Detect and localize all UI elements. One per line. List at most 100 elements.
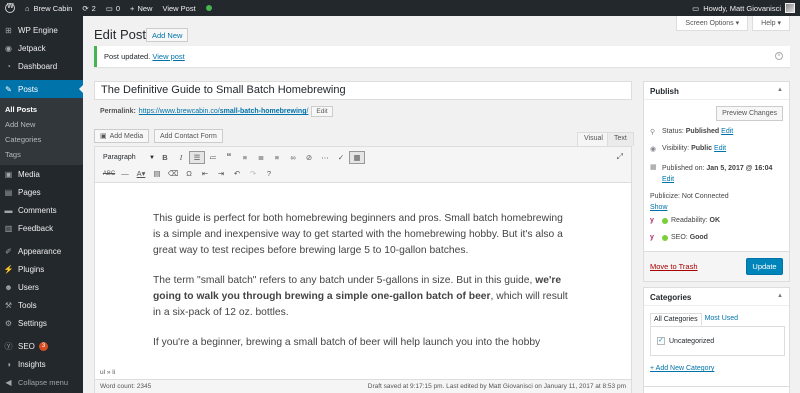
bold-icon[interactable]: B xyxy=(157,151,173,164)
update-button[interactable]: Update xyxy=(746,258,783,275)
publish-box-header[interactable]: Publish ▲ xyxy=(644,82,789,100)
appearance-icon: ✐ xyxy=(5,246,12,256)
calendar-icon: ▦ xyxy=(650,164,657,171)
tab-visual[interactable]: Visual xyxy=(577,132,610,146)
green-dot-icon xyxy=(205,5,212,11)
permalink-edit-button[interactable]: Edit xyxy=(311,106,333,117)
dismiss-icon[interactable]: × xyxy=(775,52,783,60)
sidebar-item-plugins[interactable]: ⚡ Plugins xyxy=(0,260,83,278)
eye-icon: ◉ xyxy=(650,146,657,153)
categories-box-header[interactable]: Categories ▲ xyxy=(644,288,789,306)
link-icon[interactable]: ∞ xyxy=(285,151,301,164)
collapse-arrow-icon[interactable]: ▲ xyxy=(777,87,783,93)
published-label: Published on: xyxy=(662,165,705,172)
permalink-label: Permalink: xyxy=(100,108,136,115)
read-more-icon[interactable]: ⋯ xyxy=(317,151,333,164)
submenu-tags[interactable]: Tags xyxy=(0,147,83,162)
sidebar-item-appearance[interactable]: ✐ Appearance xyxy=(0,242,83,260)
horizontal-line-icon[interactable]: — xyxy=(117,167,133,180)
help-button[interactable]: Help ▾ xyxy=(752,16,790,31)
collapse-arrow-icon[interactable]: ▲ xyxy=(777,293,783,299)
publicize-status: Publicize: Not Connected xyxy=(650,193,729,200)
pages-icon: ▤ xyxy=(4,187,13,197)
sidebar-item-pages[interactable]: ▤ Pages xyxy=(0,183,83,201)
add-contact-form-button[interactable]: Add Contact Form xyxy=(154,129,223,143)
align-right-icon[interactable]: ≡ xyxy=(269,151,285,164)
tab-most-used[interactable]: Most Used xyxy=(702,313,741,326)
blockquote-icon[interactable]: “ xyxy=(221,151,237,164)
toolbar-toggle-icon[interactable]: ▦ xyxy=(349,151,365,164)
permalink-url[interactable]: https://www.brewcabin.co/small-batch-hom… xyxy=(139,108,309,115)
sidebar-item-settings[interactable]: ⚙ Settings xyxy=(0,314,83,332)
element-path[interactable]: ul » li xyxy=(95,369,631,376)
sidebar-item-jetpack[interactable]: ◉ Jetpack xyxy=(0,39,83,57)
submenu-all-posts[interactable]: All Posts xyxy=(0,102,83,117)
sidebar-item-tools[interactable]: ⚒ Tools xyxy=(0,296,83,314)
users-icon: ☻ xyxy=(4,282,13,292)
submenu-add-new[interactable]: Add New xyxy=(0,117,83,132)
sidebar-item-label: Tools xyxy=(18,300,37,310)
sidebar-item-media[interactable]: ▣ Media xyxy=(0,165,83,183)
add-new-button[interactable]: Add New xyxy=(146,28,189,42)
help-icon[interactable]: ? xyxy=(261,167,277,180)
sidebar-item-dashboard[interactable]: ◔ Dashboard xyxy=(0,57,83,75)
sidebar-item-comments[interactable]: ▬ Comments xyxy=(0,201,83,219)
sidebar-item-seo[interactable]: ⓨ SEO 3 xyxy=(0,337,83,355)
tab-text[interactable]: Text xyxy=(607,132,634,146)
align-left-icon[interactable]: ≡ xyxy=(237,151,253,164)
spellcheck-icon[interactable]: ✓ xyxy=(333,151,349,164)
move-to-trash-link[interactable]: Move to Trash xyxy=(650,262,698,271)
format-select[interactable]: Paragraph ▼ xyxy=(101,151,157,164)
paste-text-icon[interactable]: ▤ xyxy=(149,167,165,180)
strikethrough-icon[interactable]: ABC xyxy=(101,167,117,180)
seo-score: y SEO: Good xyxy=(650,234,788,241)
status-edit-link[interactable]: Edit xyxy=(721,128,733,135)
add-new-category-link[interactable]: + Add New Category xyxy=(650,365,714,372)
site-name-link[interactable]: ⌂ Brew Cabin xyxy=(20,0,77,16)
sidebar-item-users[interactable]: ☻ Users xyxy=(0,278,83,296)
comments-link[interactable]: ▭ 0 xyxy=(101,0,125,16)
post-editor: Paragraph ▼ B I ☰ ≔ “ ≡ ≣ ≡ ∞ ⊘ ⋯ ✓ ▦ ABC… xyxy=(94,146,632,393)
tab-all-categories[interactable]: All Categories xyxy=(650,313,702,326)
preview-changes-button[interactable]: Preview Changes xyxy=(716,106,783,121)
category-checkbox[interactable]: ✓ xyxy=(657,337,665,345)
bullet-list-icon[interactable]: ☰ xyxy=(189,151,205,164)
post-status: ⚲ Status: Published Edit xyxy=(650,128,788,136)
redo-icon[interactable]: ↷ xyxy=(245,167,261,180)
view-post-link[interactable]: View Post xyxy=(157,0,200,16)
paragraph-text: The term "small batch" refers to any bat… xyxy=(153,275,536,286)
sidebar-item-collapse[interactable]: ◀ Collapse menu xyxy=(0,373,83,391)
sidebar-item-insights[interactable]: ◑ Insights xyxy=(0,355,83,373)
visibility-edit-link[interactable]: Edit xyxy=(714,145,726,152)
editor-content[interactable]: This guide is perfect for both homebrewi… xyxy=(95,183,631,363)
sidebar-item-label: Settings xyxy=(18,318,47,328)
numbered-list-icon[interactable]: ≔ xyxy=(205,151,221,164)
published-value: Jan 5, 2017 @ 16:04 xyxy=(706,165,773,172)
updates-link[interactable]: ⟳ 2 xyxy=(77,0,100,16)
view-post-link[interactable]: View post xyxy=(152,52,184,61)
dashboard-icon: ◔ xyxy=(6,61,11,71)
new-content-link[interactable]: + New xyxy=(125,0,157,16)
clear-formatting-icon[interactable]: ⌫ xyxy=(165,167,181,180)
submenu-categories[interactable]: Categories xyxy=(0,132,83,147)
screen-options-button[interactable]: Screen Options ▾ xyxy=(676,16,749,31)
fullscreen-icon[interactable]: ⤢ xyxy=(617,152,623,162)
publicize: Publicize: Not Connected Show xyxy=(650,191,788,213)
italic-icon[interactable]: I xyxy=(173,151,189,164)
align-center-icon[interactable]: ≣ xyxy=(253,151,269,164)
wordpress-logo[interactable] xyxy=(0,0,20,16)
undo-icon[interactable]: ↶ xyxy=(229,167,245,180)
add-media-button[interactable]: ▣ Add Media xyxy=(94,129,150,143)
indent-icon[interactable]: ⇥ xyxy=(213,167,229,180)
unlink-icon[interactable]: ⊘ xyxy=(301,151,317,164)
sidebar-item-wp-engine[interactable]: ⊞ WP Engine xyxy=(0,21,83,39)
sidebar-item-posts[interactable]: ✎ Posts xyxy=(0,80,83,98)
sidebar-item-feedback[interactable]: ▥ Feedback xyxy=(0,219,83,237)
account-menu[interactable]: ▭ Howdy, Matt Giovanisci xyxy=(687,0,800,16)
date-edit-link[interactable]: Edit xyxy=(662,176,674,183)
post-title-input[interactable]: The Definitive Guide to Small Batch Home… xyxy=(94,81,632,100)
outdent-icon[interactable]: ⇤ xyxy=(197,167,213,180)
publicize-show-link[interactable]: Show xyxy=(650,202,668,213)
text-color-icon[interactable]: A▾ xyxy=(133,167,149,180)
special-character-icon[interactable]: Ω xyxy=(181,167,197,180)
